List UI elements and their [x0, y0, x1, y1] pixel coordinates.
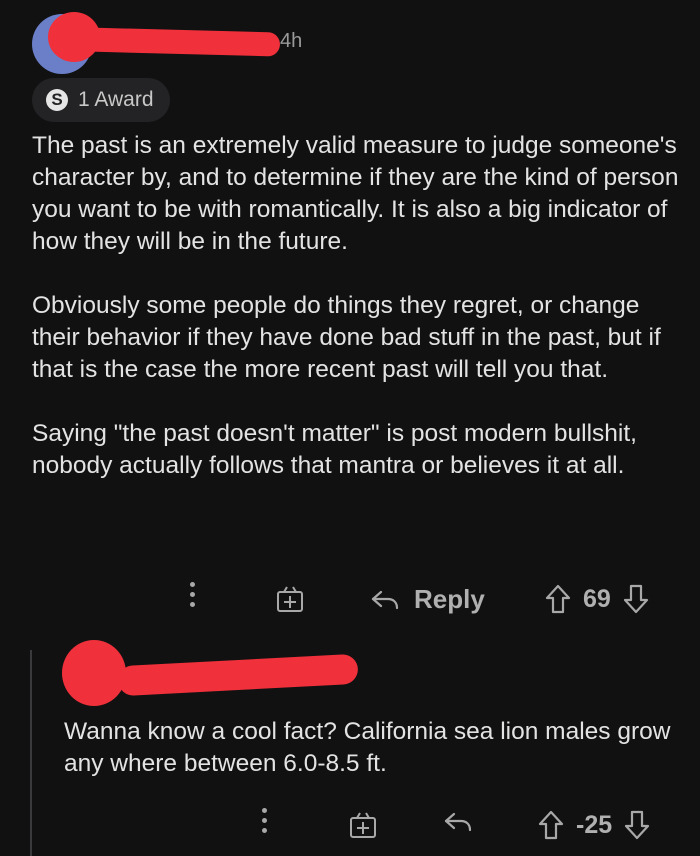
silver-award-icon: S: [46, 89, 68, 111]
avatar-redaction: [62, 640, 126, 706]
upvote-arrow-icon[interactable]: [538, 810, 564, 840]
vote-controls: -25: [538, 810, 650, 840]
reply-arrow-icon: [371, 590, 399, 609]
thread-line[interactable]: [30, 650, 32, 856]
reply-button[interactable]: [443, 810, 473, 839]
reply-comment-body: Wanna know a cool fact? California sea l…: [64, 718, 671, 777]
comment-paragraph: Obviously some people do things they reg…: [32, 292, 661, 383]
reply-arrow-icon: [444, 812, 472, 832]
vote-score: -25: [576, 810, 613, 839]
vote-score: 69: [583, 584, 611, 613]
downvote-arrow-icon[interactable]: [623, 584, 649, 614]
upvote-arrow-icon[interactable]: [545, 584, 571, 614]
vote-controls: 69: [545, 584, 649, 614]
award-label: 1 Award: [78, 88, 154, 111]
comment-paragraph: The past is an extremely valid measure t…: [32, 132, 679, 255]
username-redaction: [117, 653, 359, 697]
username-redaction: [83, 27, 281, 57]
downvote-arrow-icon[interactable]: [624, 810, 650, 840]
more-vertical-icon[interactable]: [190, 582, 195, 607]
reply-label: Reply: [414, 584, 485, 614]
comment-body: The past is an extremely valid measure t…: [32, 130, 682, 514]
award-badge[interactable]: S 1 Award: [32, 78, 170, 122]
reply-button[interactable]: Reply: [370, 584, 485, 615]
gift-award-icon[interactable]: [348, 810, 378, 845]
gift-award-icon[interactable]: [275, 584, 305, 619]
more-vertical-icon[interactable]: [262, 808, 267, 833]
comment-paragraph: Saying "the past doesn't matter" is post…: [32, 420, 637, 479]
comment-timestamp: 4h: [280, 30, 303, 52]
